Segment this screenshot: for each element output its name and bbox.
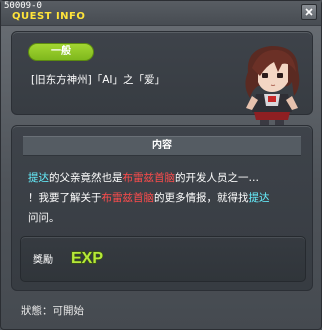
description-text: ！我要了解关于 [28, 192, 102, 204]
category-badge: 一般 [28, 43, 94, 61]
title-bar[interactable]: 50009-0 QUEST INFO [1, 1, 321, 26]
description-text: 的更多情报，就得找 [154, 192, 249, 204]
quest-summary-panel: 一般 [旧东方神州]「AI」之「爱」 [11, 31, 313, 136]
content-header: 内容 [23, 136, 301, 156]
window-title: QUEST INFO [12, 11, 86, 22]
quest-name: [旧东方神州]「AI」之「爱」 [31, 74, 165, 86]
exp-icon: EXP [70, 249, 104, 267]
close-button[interactable] [301, 4, 317, 20]
close-icon [305, 8, 313, 16]
description-text: 问问。 [28, 212, 60, 224]
reward-label: 獎勵 [33, 255, 53, 266]
npc-name-link[interactable]: 提达 [28, 172, 49, 184]
reward-box: 獎勵 EXP [20, 236, 306, 282]
item-name-highlight: 布雷兹首脑 [101, 192, 155, 204]
npc-avatar [245, 46, 300, 136]
description-text: 的开发人员之一… [175, 172, 259, 184]
npc-name-link[interactable]: 提达 [249, 192, 270, 204]
quest-id: 50009-0 [4, 1, 42, 11]
content-panel: 内容 提达的父亲竟然也是布雷兹首脑的开发人员之一… ！我要了解关于布雷兹首脑的更多… [11, 125, 313, 291]
exp-icon-text: EXP [71, 250, 103, 267]
item-name-highlight: 布雷兹首脑 [122, 172, 176, 184]
description-text: 的父亲竟然也是 [49, 172, 123, 184]
quest-description: 提达的父亲竟然也是布雷兹首脑的开发人员之一… ！我要了解关于布雷兹首脑的更多情报，… [28, 168, 302, 228]
quest-info-window: 50009-0 QUEST INFO 一般 [旧东方神州]「AI」之「爱」 内容… [0, 0, 322, 330]
quest-status: 狀態：可開始 [21, 305, 84, 317]
